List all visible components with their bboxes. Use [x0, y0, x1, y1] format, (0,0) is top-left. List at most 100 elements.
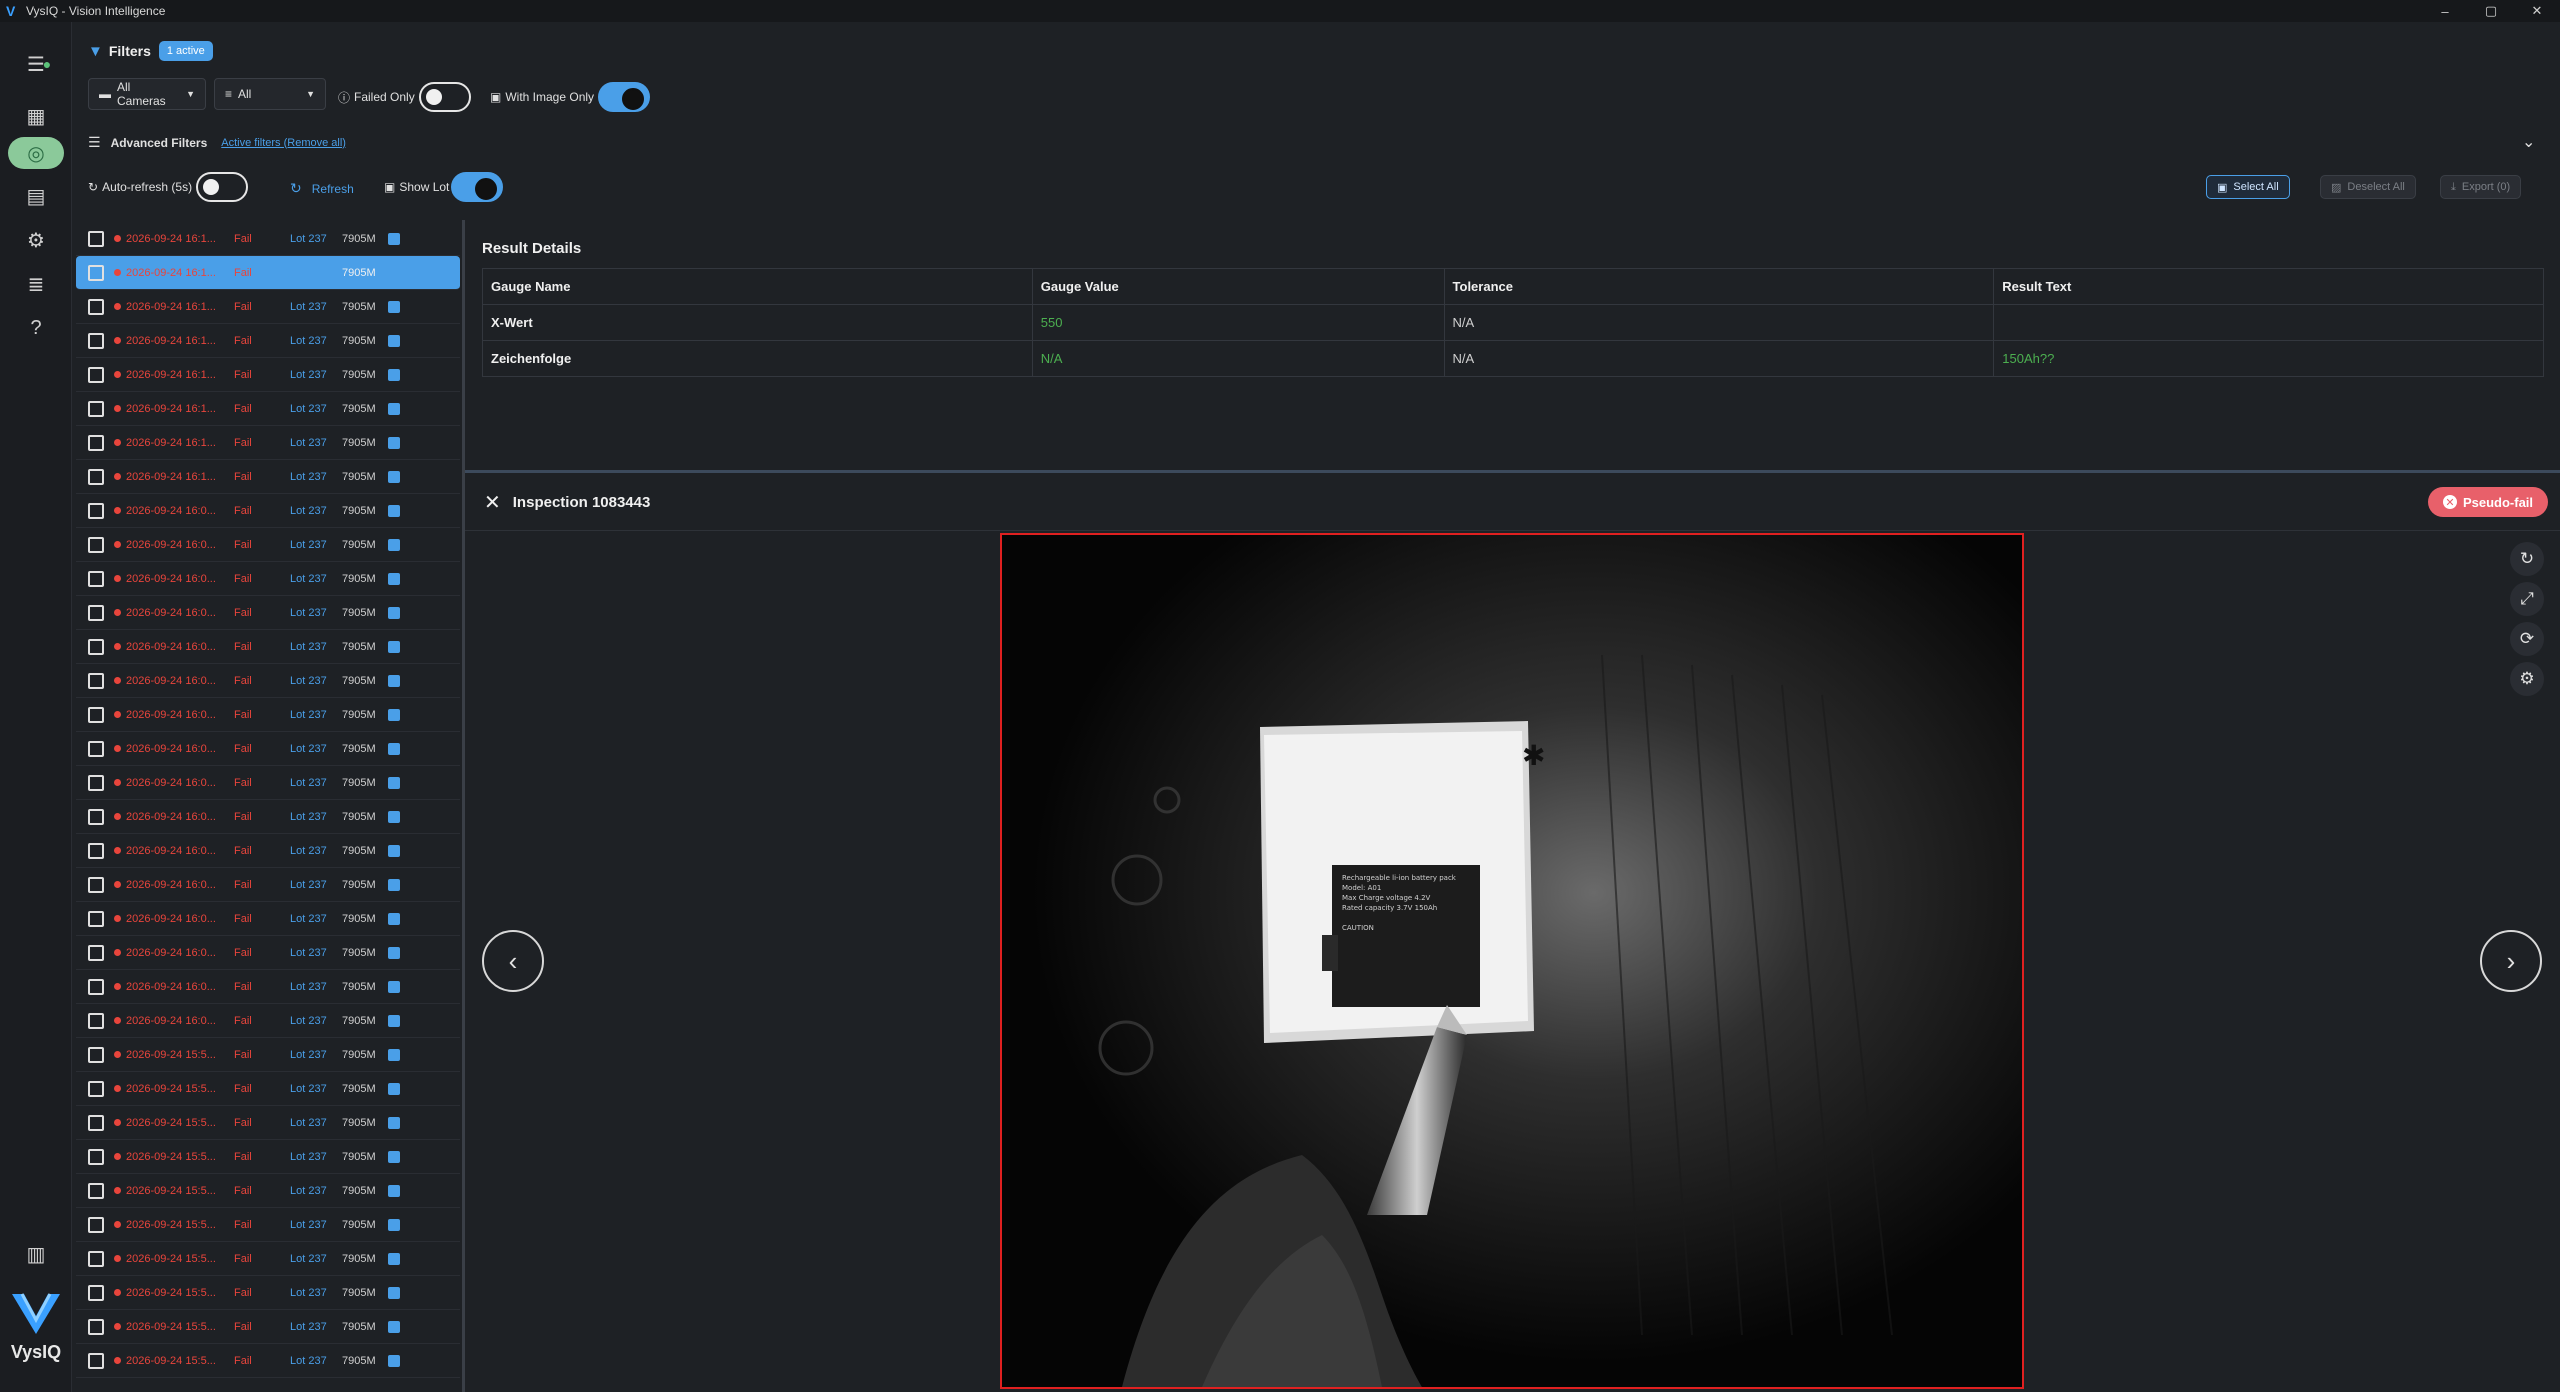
list-item[interactable]: 2026-09-24 16:1... Fail Lot 237 7905M: [76, 222, 460, 256]
row-checkbox[interactable]: [88, 1012, 104, 1029]
row-checkbox[interactable]: [88, 332, 104, 349]
row-checkbox[interactable]: [88, 842, 104, 859]
row-checkbox[interactable]: [88, 1250, 104, 1267]
list-item[interactable]: 2026-09-24 16:0... Fail Lot 237 7905M: [76, 902, 460, 936]
minimize-button[interactable]: –: [2422, 0, 2468, 22]
reset-icon[interactable]: ↻: [2510, 542, 2544, 576]
list-item[interactable]: 2026-09-24 16:0... Fail Lot 237 7905M: [76, 528, 460, 562]
list-item[interactable]: 2026-09-24 15:5... Fail Lot 237 7905M: [76, 1106, 460, 1140]
row-checkbox[interactable]: [88, 808, 104, 825]
list-item[interactable]: 2026-09-24 16:1... Fail Lot 237 7905M: [76, 460, 460, 494]
list-item[interactable]: 2026-09-24 16:1... Fail Lot 237 7905M: [76, 324, 460, 358]
row-checkbox[interactable]: [88, 1046, 104, 1063]
row-checkbox[interactable]: [88, 672, 104, 689]
active-filters-badge[interactable]: 1 active: [158, 41, 213, 61]
row-checkbox[interactable]: [88, 1080, 104, 1097]
report-icon[interactable]: ▤: [18, 182, 54, 210]
close-button[interactable]: ✕: [2514, 0, 2560, 22]
remove-all-link[interactable]: Active filters (Remove all): [221, 137, 346, 149]
chevron-left-icon[interactable]: ‹: [482, 930, 544, 992]
row-checkbox[interactable]: [88, 638, 104, 655]
camera-select[interactable]: ▬ All Cameras ▼: [88, 78, 206, 110]
inspection-icon[interactable]: ◎: [18, 139, 54, 167]
row-checkbox[interactable]: [88, 230, 104, 247]
list-item[interactable]: 2026-09-24 16:1... Fail Lot 237 7905M: [76, 426, 460, 460]
help-icon[interactable]: ?: [18, 314, 54, 342]
row-checkbox[interactable]: [88, 264, 104, 281]
fullscreen-icon[interactable]: ⤢: [2510, 582, 2544, 616]
row-checkbox[interactable]: [88, 604, 104, 621]
list-item[interactable]: 2026-09-24 16:0... Fail Lot 237 7905M: [76, 1004, 460, 1038]
row-checkbox[interactable]: [88, 944, 104, 961]
database-icon[interactable]: ▥: [18, 1240, 54, 1268]
refresh-button[interactable]: ↻ Refresh: [290, 180, 354, 197]
row-checkbox[interactable]: [88, 876, 104, 893]
row-checkbox[interactable]: [88, 740, 104, 757]
row-checkbox[interactable]: [88, 502, 104, 519]
row-checkbox[interactable]: [88, 1284, 104, 1301]
list-item[interactable]: 2026-09-24 15:5... Fail Lot 237 7905M: [76, 1242, 460, 1276]
list-item[interactable]: 2026-09-24 16:1... Fail Lot 237 7905M: [76, 358, 460, 392]
list-item[interactable]: 2026-09-24 16:0... Fail Lot 237 7905M: [76, 698, 460, 732]
list-item[interactable]: 2026-09-24 16:0... Fail Lot 237 7905M: [76, 868, 460, 902]
maximize-button[interactable]: ▢: [2468, 0, 2514, 22]
row-checkbox[interactable]: [88, 1148, 104, 1165]
close-icon[interactable]: ✕: [484, 490, 501, 515]
list-item[interactable]: 2026-09-24 15:5... Fail Lot 237 7905M: [76, 1344, 460, 1378]
list-item[interactable]: 2026-09-24 16:0... Fail Lot 237 7905M: [76, 732, 460, 766]
panel-splitter[interactable]: [462, 220, 465, 1392]
list-item[interactable]: 2026-09-24 16:0... Fail Lot 237 7905M: [76, 562, 460, 596]
row-checkbox[interactable]: [88, 978, 104, 995]
list-item[interactable]: 2026-09-24 15:5... Fail Lot 237 7905M: [76, 1038, 460, 1072]
chevron-right-icon[interactable]: ›: [2480, 930, 2542, 992]
row-checkbox[interactable]: [88, 1318, 104, 1335]
with-image-toggle[interactable]: [598, 82, 651, 112]
row-checkbox[interactable]: [88, 1182, 104, 1199]
auto-refresh-toggle[interactable]: [196, 172, 249, 202]
list-item[interactable]: 2026-09-24 16:0... Fail Lot 237 7905M: [76, 800, 460, 834]
pseudo-fail-badge[interactable]: ✕ Pseudo-fail: [2428, 487, 2548, 517]
list-item[interactable]: 2026-09-24 15:5... Fail Lot 237 7905M: [76, 1276, 460, 1310]
select-all-button[interactable]: ▣ Select All: [2206, 175, 2290, 199]
row-checkbox[interactable]: [88, 298, 104, 315]
row-checkbox[interactable]: [88, 366, 104, 383]
collapse-chevron-icon[interactable]: ⌄: [2522, 132, 2535, 152]
show-lot-toggle[interactable]: [451, 172, 504, 202]
list-item[interactable]: 2026-09-24 16:0... Fail Lot 237 7905M: [76, 834, 460, 868]
list-item[interactable]: 2026-09-24 16:0... Fail Lot 237 7905M: [76, 596, 460, 630]
list-item[interactable]: 2026-09-24 16:0... Fail Lot 237 7905M: [76, 664, 460, 698]
list-item[interactable]: 2026-09-24 15:5... Fail Lot 237 7905M: [76, 1310, 460, 1344]
advanced-filters[interactable]: ☰ Advanced Filters Active filters (Remov…: [88, 134, 346, 151]
list-item[interactable]: 2026-09-24 16:1... Fail Lot 237 7905M: [76, 290, 460, 324]
list-item[interactable]: 2026-09-24 16:0... Fail Lot 237 7905M: [76, 630, 460, 664]
row-checkbox[interactable]: [88, 1114, 104, 1131]
row-checkbox[interactable]: [88, 1352, 104, 1369]
row-checkbox[interactable]: [88, 536, 104, 553]
list-item[interactable]: 2026-09-24 16:0... Fail Lot 237 7905M: [76, 494, 460, 528]
list-item[interactable]: 2026-09-24 15:5... Fail Lot 237 7905M: [76, 1174, 460, 1208]
list-item[interactable]: 2026-09-24 16:0... Fail Lot 237 7905M: [76, 766, 460, 800]
row-checkbox[interactable]: [88, 434, 104, 451]
list-item[interactable]: 2026-09-24 15:5... Fail Lot 237 7905M: [76, 1208, 460, 1242]
deselect-all-button[interactable]: ▨ Deselect All: [2320, 175, 2416, 199]
row-checkbox[interactable]: [88, 570, 104, 587]
gear-icon[interactable]: ⚙: [2510, 662, 2544, 696]
row-checkbox[interactable]: [88, 468, 104, 485]
status-select[interactable]: ≡ All ▼: [214, 78, 326, 110]
list-item[interactable]: 2026-09-24 16:1... Fail 7905M: [76, 256, 460, 290]
row-checkbox[interactable]: [88, 706, 104, 723]
list-item[interactable]: 2026-09-24 16:0... Fail Lot 237 7905M: [76, 970, 460, 1004]
user-icon[interactable]: ●: [36, 50, 58, 78]
row-checkbox[interactable]: [88, 400, 104, 417]
list-item[interactable]: 2026-09-24 16:0... Fail Lot 237 7905M: [76, 936, 460, 970]
list-item[interactable]: 2026-09-24 15:5... Fail Lot 237 7905M: [76, 1072, 460, 1106]
inspection-image[interactable]: ✱ Rechargeable li-ion battery pack Model…: [1000, 533, 2024, 1389]
list-icon[interactable]: ≣: [18, 270, 54, 298]
row-checkbox[interactable]: [88, 1216, 104, 1233]
failed-only-toggle[interactable]: [418, 82, 471, 112]
dashboard-icon[interactable]: ▦: [18, 102, 54, 130]
row-checkbox[interactable]: [88, 774, 104, 791]
rotate-icon[interactable]: ⟳: [2510, 622, 2544, 656]
list-item[interactable]: 2026-09-24 16:1... Fail Lot 237 7905M: [76, 392, 460, 426]
settings-icon[interactable]: ⚙: [18, 226, 54, 254]
